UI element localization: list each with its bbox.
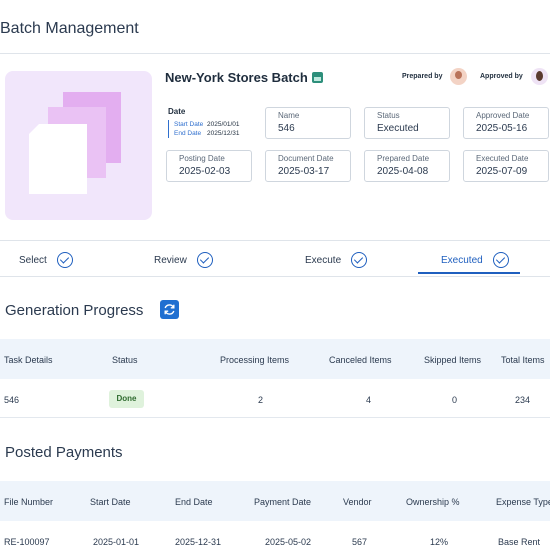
table-cell[interactable]: RE-100097 bbox=[4, 537, 50, 547]
check-circle-icon bbox=[56, 252, 73, 268]
column-header[interactable]: Processing Items bbox=[220, 355, 289, 365]
divider bbox=[0, 417, 550, 418]
field-label: Executed Date bbox=[476, 154, 529, 163]
column-header[interactable]: Total Items bbox=[501, 355, 545, 365]
field-value: 2025-04-08 bbox=[377, 166, 429, 177]
start-date-value: 2025/01/01 bbox=[207, 121, 240, 128]
field-value: 546 bbox=[278, 123, 295, 134]
approved-by-label: Approved by bbox=[480, 73, 523, 80]
store-icon bbox=[311, 72, 323, 83]
table-cell: 2025-05-02 bbox=[265, 537, 312, 547]
column-header[interactable]: Payment Date bbox=[254, 497, 311, 507]
field-value: 2025-05-16 bbox=[476, 123, 528, 134]
column-header[interactable]: Vendor bbox=[343, 497, 372, 507]
column-header[interactable]: Expense Type bbox=[496, 497, 550, 507]
name-field[interactable]: Name 546 bbox=[265, 107, 351, 139]
approver-avatar[interactable] bbox=[530, 68, 548, 85]
divider bbox=[0, 276, 550, 277]
step-label: Select bbox=[19, 254, 47, 266]
field-value: Executed bbox=[377, 123, 419, 134]
date-range-block: Date Start Date 2025/01/01 End Date 2025/1… bbox=[168, 107, 240, 138]
column-header[interactable]: Status bbox=[112, 355, 138, 365]
preparer-avatar[interactable] bbox=[450, 68, 468, 85]
prepared-by: Prepared by bbox=[402, 68, 468, 85]
status-badge: Done bbox=[109, 390, 144, 408]
status-field[interactable]: Status Executed bbox=[364, 107, 450, 139]
batch-title: New-York Stores Batch bbox=[165, 70, 323, 85]
table-cell: 12% bbox=[430, 537, 449, 547]
approved-date-field[interactable]: Approved Date 2025-05-16 bbox=[463, 107, 549, 139]
batch-title-text: New-York Stores Batch bbox=[165, 70, 308, 85]
posted-payments-title: Posted Payments bbox=[5, 444, 123, 461]
document-front bbox=[29, 124, 87, 194]
document-fold bbox=[29, 124, 39, 134]
column-header[interactable]: Start Date bbox=[90, 497, 131, 507]
check-circle-icon bbox=[196, 252, 213, 268]
field-label: Posting Date bbox=[179, 154, 225, 163]
table-cell: 567 bbox=[352, 537, 368, 547]
end-date-label: End Date bbox=[174, 130, 202, 137]
step-label: Execute bbox=[305, 254, 342, 266]
step-select[interactable]: Select bbox=[19, 252, 73, 268]
end-date-value: 2025/12/31 bbox=[207, 130, 240, 137]
document-date-field[interactable]: Document Date 2025-03-17 bbox=[265, 150, 351, 182]
field-label: Approved Date bbox=[476, 111, 530, 120]
table-cell: 0 bbox=[452, 395, 458, 405]
column-header[interactable]: Canceled Items bbox=[329, 355, 392, 365]
column-header[interactable]: Ownership % bbox=[406, 497, 460, 507]
step-executed[interactable]: Executed bbox=[441, 252, 509, 268]
table-cell: 234 bbox=[515, 395, 531, 405]
date-range: Start Date 2025/01/01 End Date 2025/12/31 bbox=[168, 120, 240, 138]
table-cell: Base Rent bbox=[498, 537, 541, 547]
batch-thumbnail bbox=[5, 71, 152, 220]
step-label: Executed bbox=[441, 254, 483, 266]
active-step-indicator bbox=[418, 272, 520, 274]
posting-date-field[interactable]: Posting Date 2025-02-03 bbox=[166, 150, 252, 182]
prepared-by-label: Prepared by bbox=[402, 73, 443, 80]
step-execute[interactable]: Execute bbox=[305, 252, 368, 268]
generation-progress-title: Generation Progress bbox=[5, 302, 144, 319]
field-label: Document Date bbox=[278, 154, 334, 163]
approved-by: Approved by bbox=[480, 68, 548, 85]
executed-date-field[interactable]: Executed Date 2025-07-09 bbox=[463, 150, 549, 182]
column-header[interactable]: Task Details bbox=[4, 355, 53, 365]
field-label: Prepared Date bbox=[377, 154, 430, 163]
field-value: 2025-02-03 bbox=[179, 166, 231, 177]
prepared-date-field[interactable]: Prepared Date 2025-04-08 bbox=[364, 150, 450, 182]
table-cell: 4 bbox=[366, 395, 372, 405]
page-title: Batch Management bbox=[0, 20, 139, 37]
field-value: 2025-03-17 bbox=[278, 166, 330, 177]
table-cell: 2 bbox=[258, 395, 264, 405]
column-header[interactable]: Skipped Items bbox=[424, 355, 481, 365]
field-label: Status bbox=[377, 111, 400, 120]
refresh-button[interactable] bbox=[160, 300, 179, 319]
step-label: Review bbox=[154, 254, 187, 266]
table-cell: 546 bbox=[4, 395, 20, 405]
check-circle-icon bbox=[492, 252, 509, 268]
refresh-icon bbox=[164, 304, 175, 315]
date-label: Date bbox=[168, 107, 186, 116]
field-value: 2025-07-09 bbox=[476, 166, 528, 177]
start-date-label: Start Date bbox=[174, 121, 204, 128]
table-cell: 2025-12-31 bbox=[175, 537, 222, 547]
check-circle-icon bbox=[351, 252, 368, 268]
step-review[interactable]: Review bbox=[154, 252, 213, 268]
column-header[interactable]: File Number bbox=[4, 497, 53, 507]
divider bbox=[0, 53, 550, 54]
field-label: Name bbox=[278, 111, 300, 120]
divider bbox=[0, 240, 550, 241]
table-cell: 2025-01-01 bbox=[93, 537, 140, 547]
column-header[interactable]: End Date bbox=[175, 497, 213, 507]
